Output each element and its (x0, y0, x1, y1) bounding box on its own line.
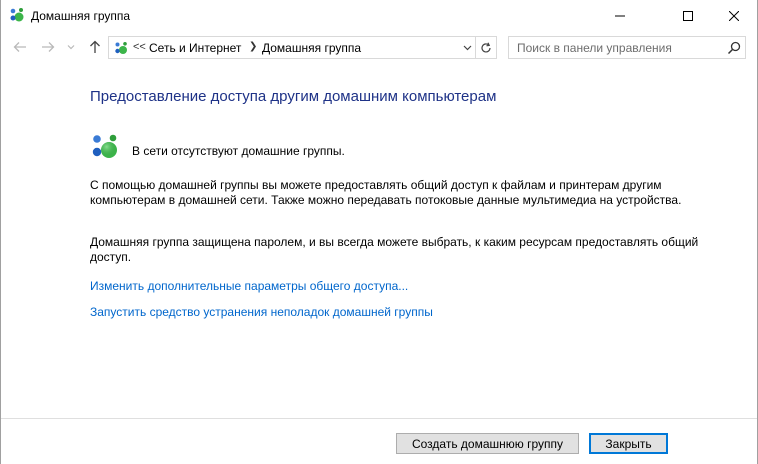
page-heading: Предоставление доступа другим домашним к… (90, 88, 497, 105)
chevron-down-icon (463, 45, 471, 50)
arrow-up-icon (90, 40, 100, 53)
breadcrumb-homegroup[interactable]: Домашняя группа (262, 41, 361, 55)
search-input[interactable] (509, 37, 721, 58)
arrow-left-icon (13, 42, 26, 52)
advanced-sharing-link[interactable]: Изменить дополнительные параметры общего… (90, 279, 408, 293)
address-bar[interactable]: << Сеть и Интернет ❯ Домашняя группа (108, 36, 497, 59)
minimize-button[interactable] (597, 0, 643, 31)
arrow-right-icon (42, 42, 55, 52)
close-button[interactable]: Закрыть (589, 433, 668, 454)
close-window-button[interactable] (711, 0, 757, 31)
navigation-bar: << Сеть и Интернет ❯ Домашняя группа (1, 33, 757, 63)
search-box[interactable] (508, 36, 746, 59)
refresh-button[interactable] (475, 37, 496, 58)
chevron-down-icon (67, 45, 75, 50)
create-homegroup-button[interactable]: Создать домашнюю группу (396, 433, 579, 454)
breadcrumb-network-internet[interactable]: Сеть и Интернет (149, 41, 241, 55)
search-icon[interactable] (727, 41, 741, 55)
homegroup-icon (10, 8, 24, 22)
up-button[interactable] (85, 33, 105, 61)
breadcrumb-overflow[interactable]: << (133, 41, 146, 53)
recent-locations-button[interactable] (63, 33, 79, 61)
breadcrumb-separator-icon[interactable]: ❯ (249, 41, 257, 52)
close-icon (729, 10, 739, 21)
troubleshooter-link[interactable]: Запустить средство устранения неполадок … (90, 305, 433, 319)
window-title: Домашняя группа (31, 9, 131, 23)
maximize-icon (683, 10, 693, 21)
footer-divider (1, 418, 757, 419)
address-dropdown-button[interactable] (459, 37, 475, 58)
status-message: В сети отсутствуют домашние группы. (132, 144, 345, 158)
minimize-icon (615, 15, 625, 16)
homegroup-icon (92, 134, 117, 158)
title-bar[interactable]: Домашняя группа (1, 0, 757, 31)
back-button[interactable] (9, 33, 31, 61)
refresh-icon (481, 42, 491, 53)
homegroup-icon (115, 42, 127, 54)
description-paragraph: С помощью домашней группы вы можете пред… (90, 178, 682, 207)
homegroup-window: Домашняя группа << Сеть и Интернет ❯ Дом… (0, 0, 758, 464)
forward-button[interactable] (37, 33, 59, 61)
security-paragraph: Домашняя группа защищена паролем, и вы в… (90, 235, 699, 264)
maximize-button[interactable] (665, 0, 711, 31)
